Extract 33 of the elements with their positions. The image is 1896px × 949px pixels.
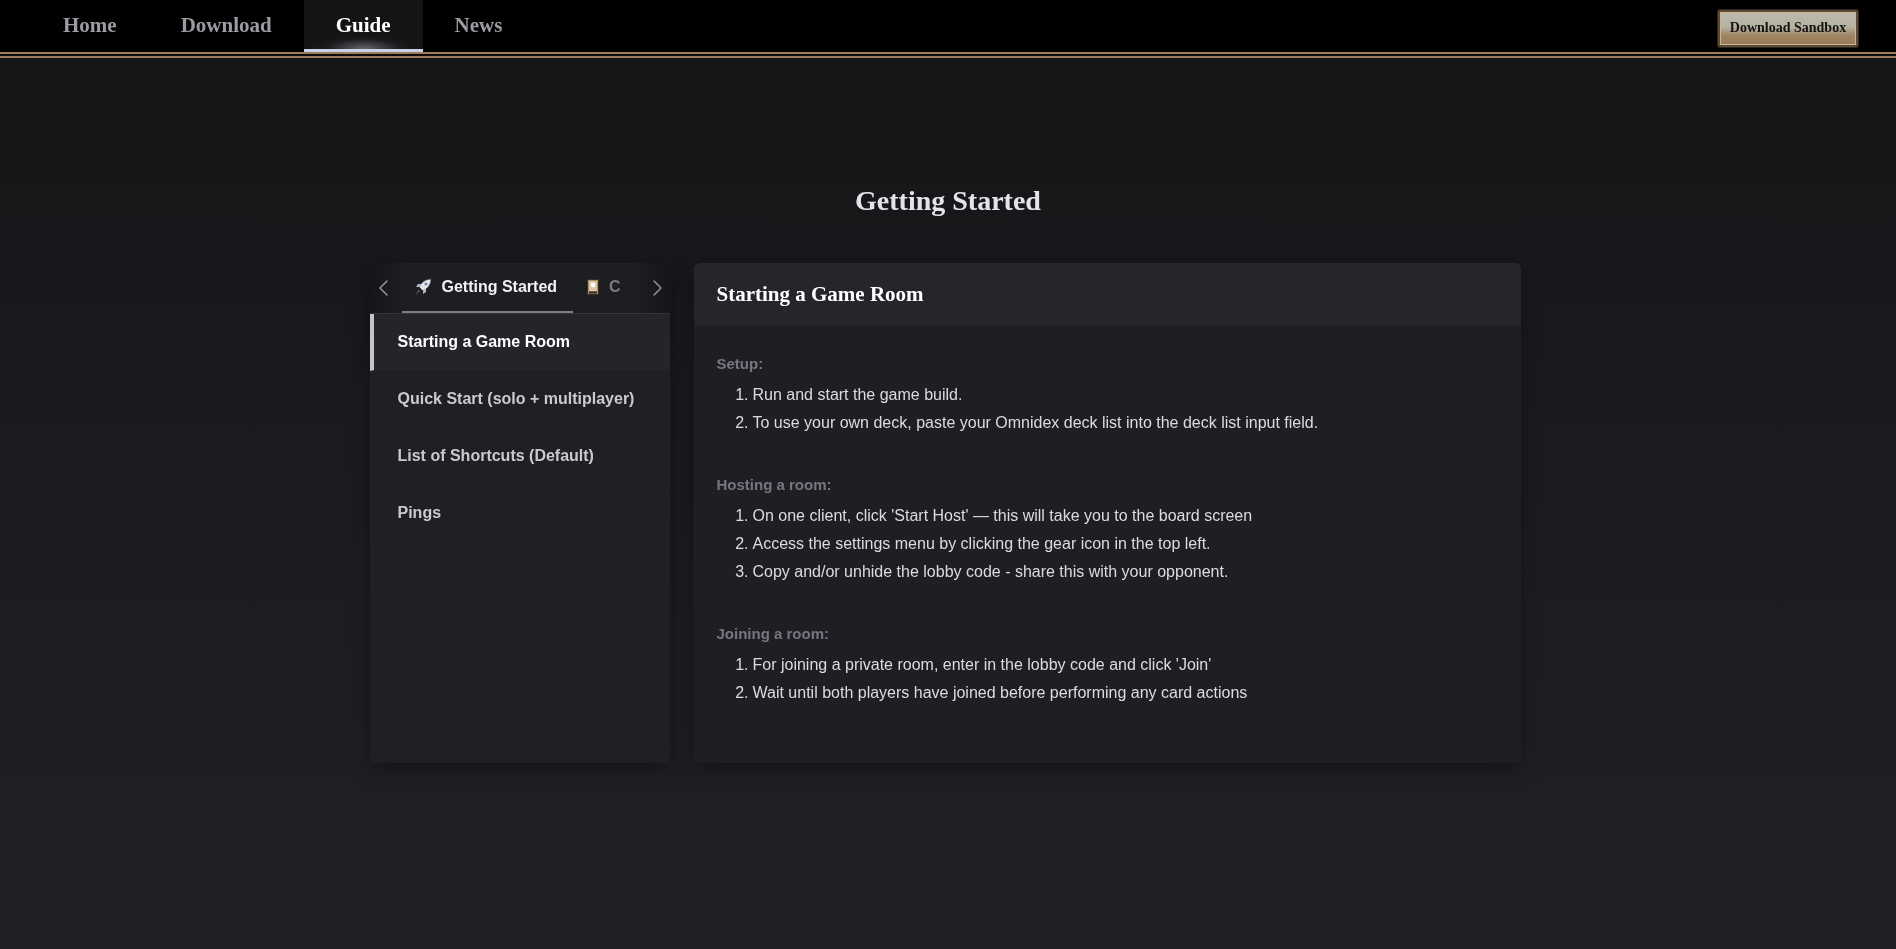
page-title: Getting Started (855, 184, 1041, 218)
step-text: Copy and/or unhide the lobby code - share this with your opponent. (752, 563, 1229, 581)
panel-title: Starting a Game Room (716, 282, 924, 307)
nav-tab[interactable]: News (422, 0, 535, 52)
nav-tab[interactable]: Download (148, 0, 304, 52)
step-text: On one client, click 'Start Host' — this will take you to the board screen (752, 507, 1253, 525)
sidebar-item[interactable]: Starting a Game Room (369, 314, 670, 371)
step-text: To use your own deck, paste your Omnidex deck list into the deck list input field. (752, 414, 1319, 432)
step-number: 2. (734, 414, 749, 432)
category-tab[interactable]: C (573, 263, 625, 313)
sidebar-item[interactable]: Quick Start (solo + multiplayer) (369, 371, 670, 428)
chevron-left-icon (379, 280, 388, 296)
nav-tab[interactable]: Guide (303, 0, 423, 52)
step-number: 1. (734, 656, 749, 674)
sidebar-item[interactable]: Pings (369, 485, 670, 542)
section-heading: Hosting a room: (716, 475, 832, 495)
step-text: For joining a private room, enter in the lobby code and click 'Join' (752, 656, 1212, 674)
step-text: Access the settings menu by clicking the gear icon in the top left. (752, 535, 1211, 553)
step-text: Wait until both players have joined before performing any card actions (752, 684, 1248, 702)
step-text: Run and start the game build. (752, 386, 963, 404)
chevron-right-icon (653, 280, 662, 296)
section-heading: Joining a room: (716, 624, 829, 644)
nav-tab[interactable]: Home (31, 0, 149, 52)
step-number: 3. (734, 563, 749, 581)
section-heading: Setup: (716, 354, 764, 374)
rocket-icon (413, 278, 432, 296)
card-icon (587, 279, 600, 295)
step-number: 2. (734, 535, 749, 553)
step-number: 1. (734, 386, 749, 404)
download-sandbox-button[interactable]: Download Sandbox (1718, 9, 1858, 47)
sidebar-item[interactable]: List of Shortcuts (Default) (369, 428, 670, 485)
step-number: 1. (734, 507, 749, 525)
step-number: 2. (734, 684, 749, 702)
